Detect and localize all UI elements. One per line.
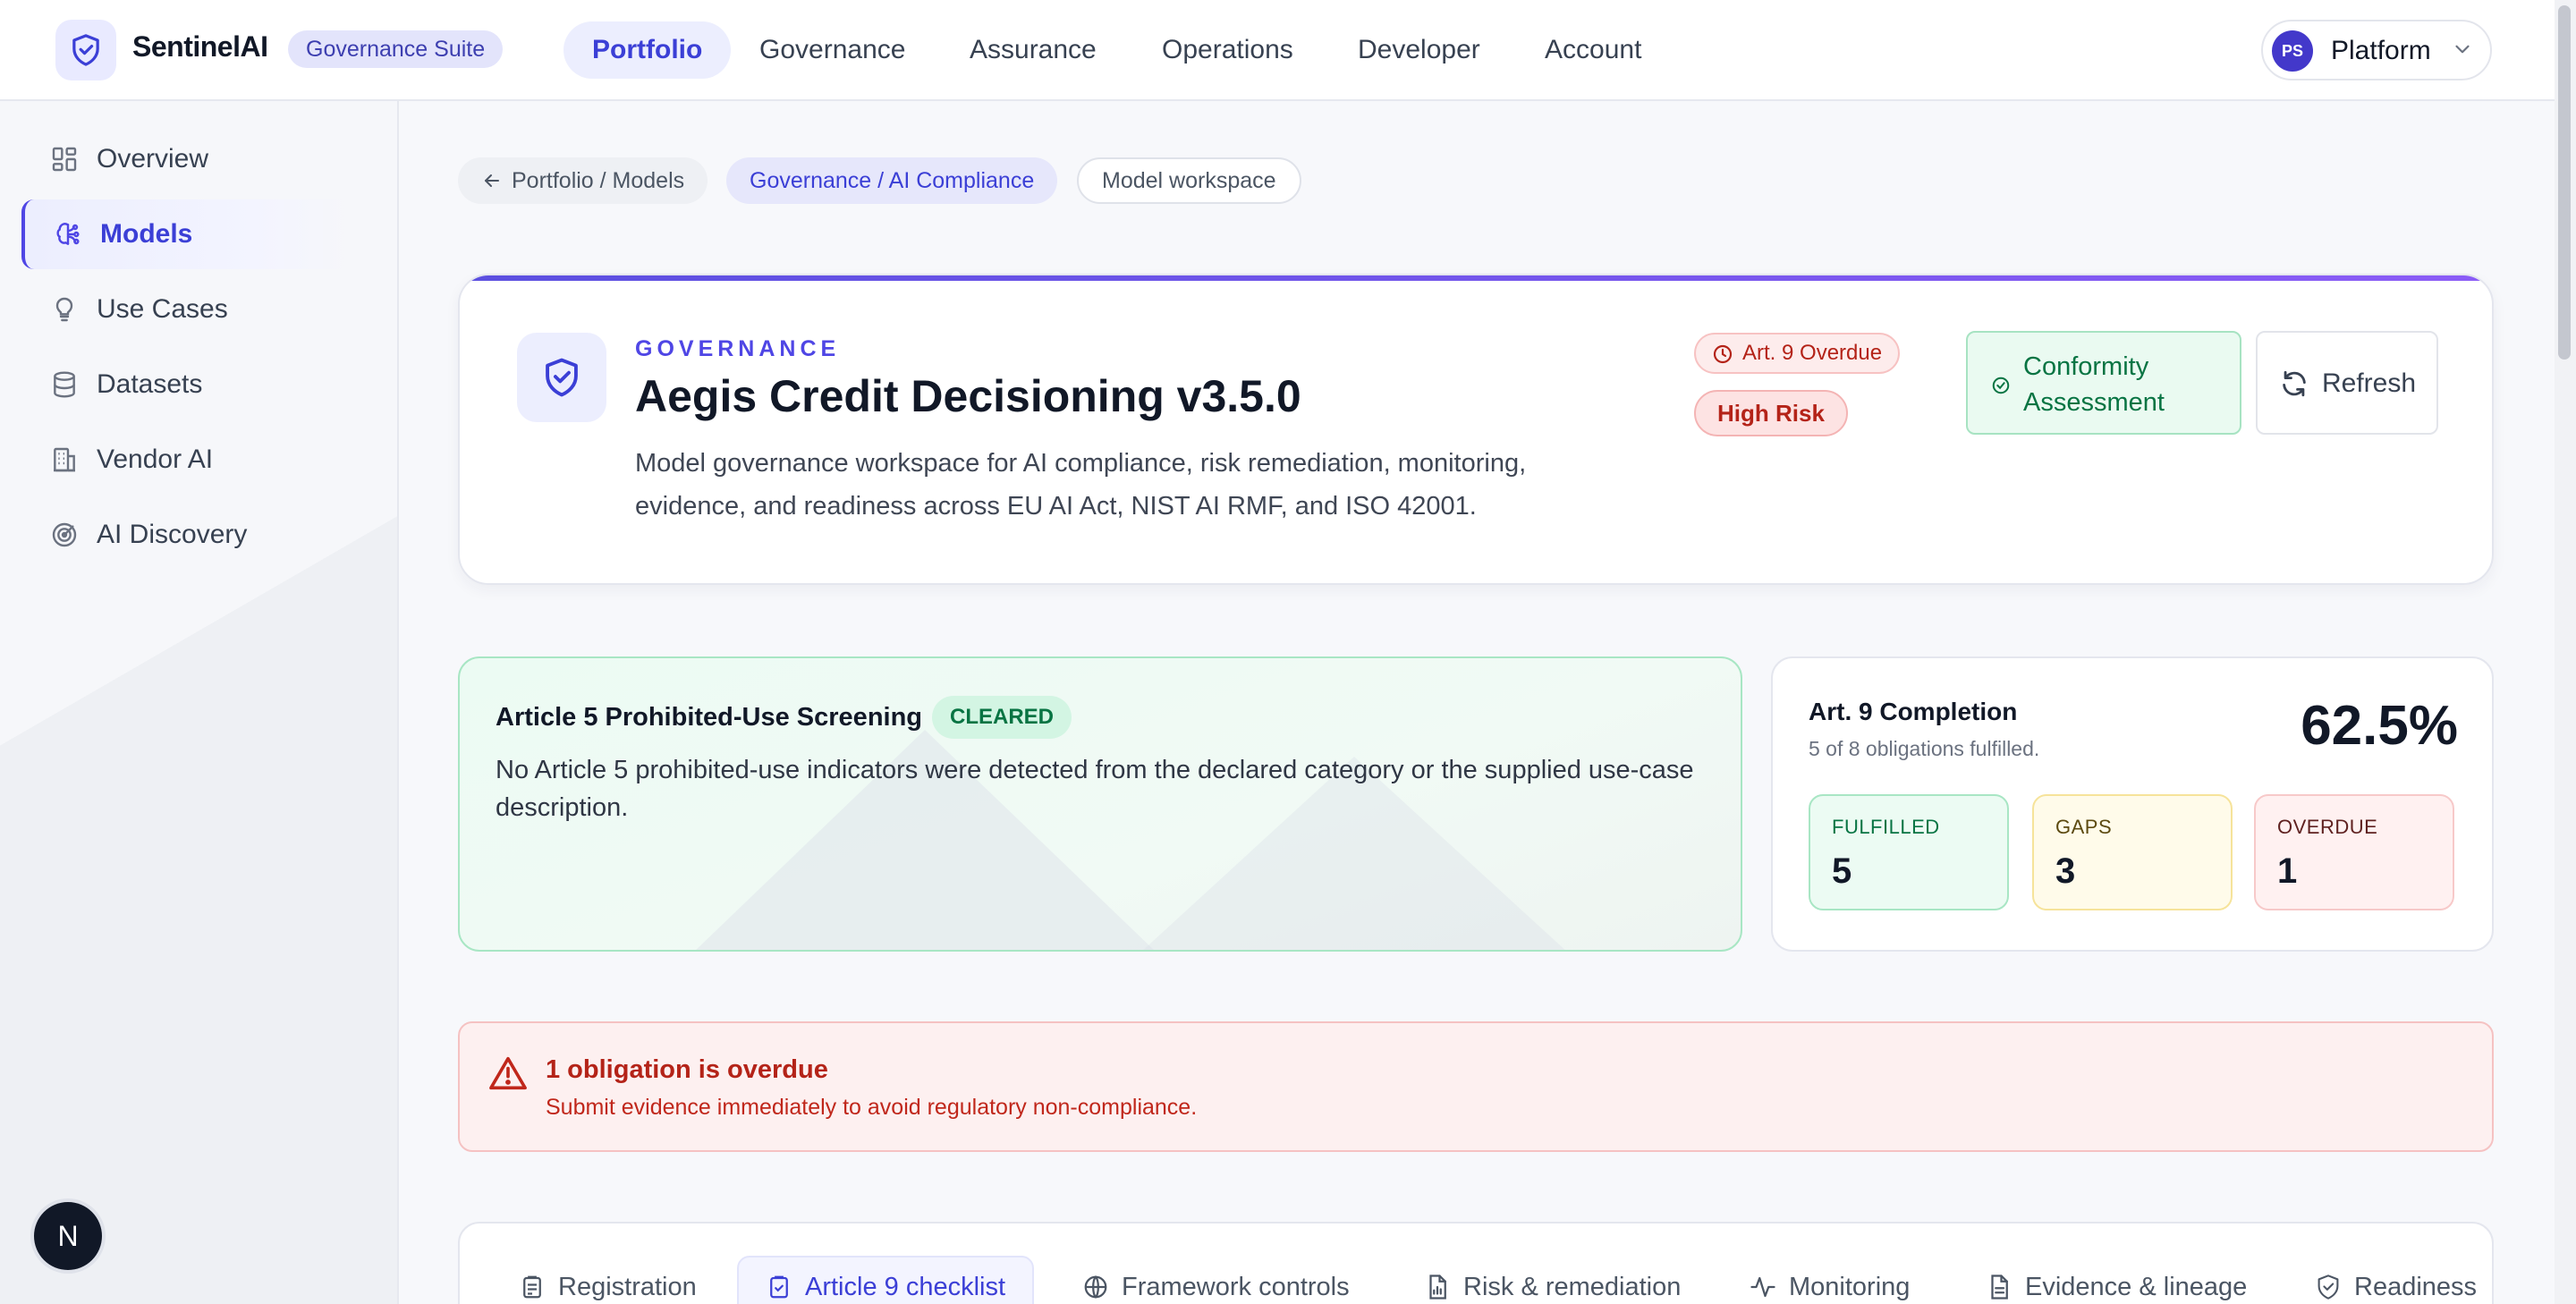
- nav-account[interactable]: Account: [1516, 21, 1670, 79]
- tab-framework-controls[interactable]: Framework controls: [1082, 1256, 1350, 1304]
- overdue-value: 1: [2277, 851, 2298, 891]
- workspace-tabs: Registration Article 9 checklist Framewo…: [458, 1222, 2494, 1304]
- sidebar-item-models[interactable]: Models: [21, 199, 352, 269]
- model-description: Model governance workspace for AI compli…: [635, 449, 1527, 521]
- section-eyebrow: GOVERNANCE: [635, 336, 841, 361]
- article5-description: No Article 5 prohibited-use indicators w…: [496, 756, 1694, 822]
- art9-completion-card: Art. 9 Completion 5 of 8 obligations ful…: [1771, 656, 2494, 952]
- shield-check-icon[interactable]: [55, 20, 116, 80]
- gaps-value: 3: [2055, 851, 2076, 891]
- overdue-status-badge: Art. 9 Overdue: [1694, 333, 1901, 374]
- warning-triangle-icon: [489, 1056, 527, 1090]
- refresh-label: Refresh: [2322, 368, 2417, 398]
- model-header-card: GOVERNANCE Aegis Credit Decisioning v3.5…: [458, 274, 2494, 585]
- clipboard-list-icon: [523, 1275, 541, 1299]
- document-icon: [1991, 1274, 2008, 1300]
- risk-level-badge: High Risk: [1694, 390, 1848, 436]
- tab-monitoring[interactable]: Monitoring: [1750, 1256, 1910, 1304]
- status-badge: CLEARED: [932, 696, 1072, 739]
- completion-subtitle: 5 of 8 obligations fulfilled.: [1809, 737, 2040, 760]
- brand-name[interactable]: SentinelAI: [132, 30, 268, 64]
- fulfilled-label: FULFILLED: [1832, 816, 1940, 838]
- sidebar-item-label: Datasets: [97, 369, 203, 399]
- nav-portfolio[interactable]: Portfolio: [564, 21, 732, 79]
- shield-check-icon: [2318, 1274, 2339, 1300]
- tab-label: Article 9 checklist: [805, 1272, 1006, 1301]
- sidebar-item-datasets[interactable]: Datasets: [21, 350, 352, 419]
- alert-title: 1 obligation is overdue: [546, 1055, 828, 1084]
- refresh-button[interactable]: Refresh: [2256, 331, 2438, 435]
- tab-evidence-lineage[interactable]: Evidence & lineage: [1986, 1256, 2247, 1304]
- nav-assurance[interactable]: Assurance: [941, 21, 1125, 79]
- scrollbar-thumb[interactable]: [2558, 5, 2571, 360]
- alert-subtitle: Submit evidence immediately to avoid reg…: [546, 1095, 1198, 1120]
- database-icon: [54, 371, 75, 398]
- nav-developer[interactable]: Developer: [1329, 21, 1509, 79]
- tab-label: Monitoring: [1789, 1272, 1911, 1301]
- completion-percent: 62.5%: [2301, 695, 2458, 757]
- breadcrumb-back-label: Portfolio / Models: [512, 167, 685, 193]
- fulfilled-value: 5: [1832, 851, 1852, 891]
- article5-title: Article 5 Prohibited-Use Screening: [496, 703, 923, 732]
- overdue-label: OVERDUE: [2277, 816, 2378, 838]
- completion-title: Art. 9 Completion: [1809, 698, 2018, 725]
- sidebar: Overview Models Use Cases Datasets Vendo…: [0, 101, 399, 1304]
- gaps-stat: GAPS 3: [2032, 794, 2233, 910]
- gaps-label: GAPS: [2055, 816, 2113, 838]
- tab-risk-remediation[interactable]: Risk & remediation: [1424, 1256, 1681, 1304]
- overdue-alert: 1 obligation is overdue Submit evidence …: [458, 1021, 2494, 1152]
- breadcrumb-back[interactable]: Portfolio / Models: [458, 157, 708, 204]
- avatar: PS: [2272, 30, 2313, 72]
- sidebar-item-label: Use Cases: [97, 294, 228, 324]
- shield-check-icon: [517, 333, 606, 422]
- tab-article-9-checklist[interactable]: Article 9 checklist: [737, 1256, 1035, 1304]
- brain-icon: [56, 223, 80, 245]
- lightbulb-icon: [55, 297, 73, 322]
- nav-operations[interactable]: Operations: [1133, 21, 1322, 79]
- chevron-down-icon: [2451, 38, 2474, 65]
- breadcrumb-current: Model workspace: [1077, 157, 1301, 204]
- sidebar-item-label: AI Discovery: [97, 520, 248, 549]
- breadcrumb-section[interactable]: Governance / AI Compliance: [726, 157, 1058, 204]
- suite-badge: Governance Suite: [288, 30, 504, 68]
- tab-readiness[interactable]: Readiness: [2315, 1256, 2492, 1304]
- sidebar-item-ai-discovery[interactable]: AI Discovery: [21, 500, 352, 570]
- radar-icon: [52, 522, 77, 547]
- sidebar-item-use-cases[interactable]: Use Cases: [21, 275, 352, 344]
- top-navigation-bar: SentinelAI Governance Suite Portfolio Go…: [0, 0, 2576, 101]
- tab-label: Evidence & lineage: [2025, 1272, 2248, 1301]
- globe-icon: [1084, 1275, 1107, 1299]
- dev-tools-badge[interactable]: N: [34, 1202, 102, 1270]
- article5-screening-card: Article 5 Prohibited-Use Screening CLEAR…: [458, 656, 1742, 952]
- grid-icon: [52, 147, 77, 172]
- file-chart-icon: [1429, 1274, 1446, 1300]
- overdue-stat: OVERDUE 1: [2254, 794, 2454, 910]
- conformity-assessment-label: Conformity Assessment: [2023, 352, 2165, 417]
- building-icon: [54, 447, 75, 472]
- sidebar-item-label: Models: [100, 219, 193, 249]
- nav-governance[interactable]: Governance: [731, 21, 934, 79]
- sidebar-item-label: Overview: [97, 144, 209, 174]
- clipboard-check-icon: [770, 1275, 788, 1299]
- arrow-left-icon: [485, 174, 499, 187]
- check-circle-icon: [1992, 377, 2010, 394]
- tab-label: Readiness: [2354, 1272, 2478, 1301]
- tab-label: Risk & remediation: [1463, 1272, 1682, 1301]
- clock-icon: [1713, 344, 1733, 364]
- sidebar-item-label: Vendor AI: [97, 445, 214, 474]
- accent-line: [460, 275, 2492, 281]
- fulfilled-stat: FULFILLED 5: [1809, 794, 2009, 910]
- tab-label: Registration: [558, 1272, 697, 1301]
- activity-icon: [1750, 1276, 1775, 1298]
- sidebar-item-vendor-ai[interactable]: Vendor AI: [21, 425, 352, 495]
- refresh-icon: [2283, 370, 2306, 397]
- page-title: Aegis Credit Decisioning v3.5.0: [635, 371, 1301, 421]
- tab-registration[interactable]: Registration: [519, 1256, 697, 1304]
- sidebar-item-overview[interactable]: Overview: [21, 124, 352, 194]
- platform-label: Platform: [2331, 36, 2431, 65]
- conformity-assessment-button[interactable]: Conformity Assessment: [1966, 331, 2241, 435]
- tab-label: Framework controls: [1122, 1272, 1350, 1301]
- platform-switcher[interactable]: PS Platform: [2261, 20, 2492, 80]
- overdue-status-label: Art. 9 Overdue: [1742, 341, 1883, 365]
